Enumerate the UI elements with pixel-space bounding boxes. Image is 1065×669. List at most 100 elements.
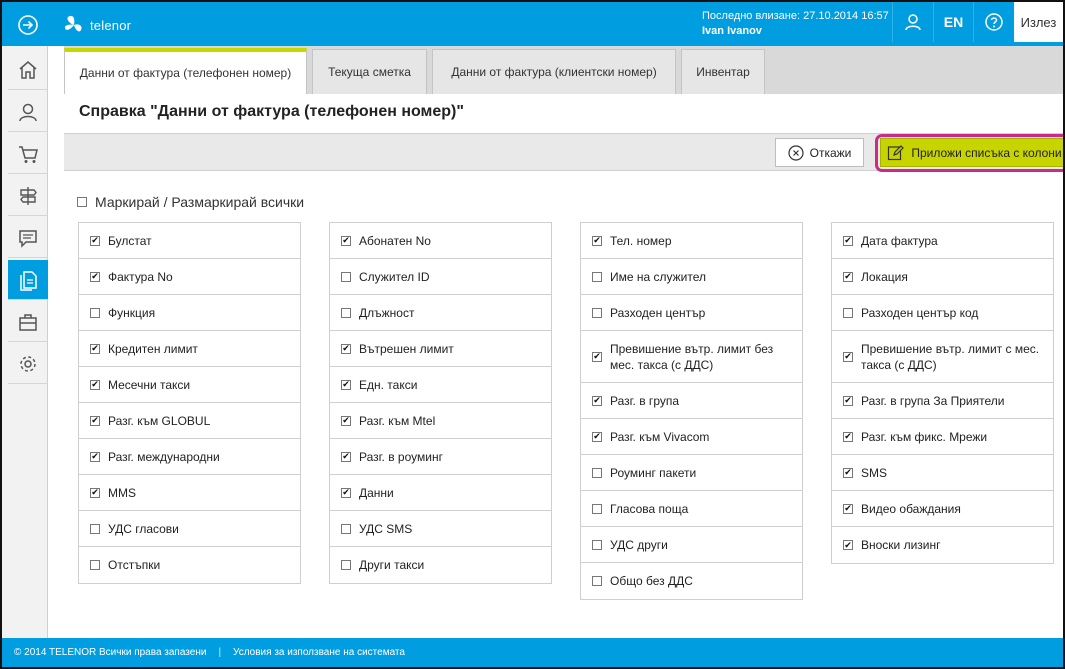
- tab-invoice-client[interactable]: Данни от фактура (клиентски номер): [432, 49, 676, 94]
- column-option[interactable]: УДС гласови: [79, 511, 300, 547]
- language-button[interactable]: EN: [933, 2, 973, 42]
- column-option[interactable]: ✔ Разг. в група За Приятели: [832, 383, 1053, 419]
- checkbox-unchecked[interactable]: [341, 307, 351, 318]
- column-option[interactable]: ✔ Разг. към Vivacom: [581, 419, 802, 455]
- checkbox-checked[interactable]: ✔: [90, 271, 100, 282]
- column-option[interactable]: ✔ Превишение вътр. лимит с мес. такса (с …: [832, 331, 1053, 383]
- checkbox-checked[interactable]: ✔: [843, 431, 853, 442]
- checkbox-unchecked[interactable]: [592, 307, 602, 318]
- column-option[interactable]: УДС други: [581, 527, 802, 563]
- checkbox-checked[interactable]: ✔: [341, 487, 351, 498]
- checkbox-unchecked[interactable]: [843, 307, 853, 318]
- checkbox-checked[interactable]: ✔: [341, 235, 351, 246]
- checkbox-checked[interactable]: ✔: [90, 379, 100, 390]
- checkbox-checked[interactable]: ✔: [341, 415, 351, 426]
- telenor-logo[interactable]: telenor: [62, 12, 131, 38]
- checkbox-checked[interactable]: ✔: [341, 379, 351, 390]
- checkbox-checked[interactable]: ✔: [843, 540, 853, 550]
- column-option[interactable]: Общо без ДДС: [581, 563, 802, 599]
- checkbox-checked[interactable]: ✔: [592, 431, 602, 442]
- checkbox-unchecked[interactable]: [90, 560, 100, 570]
- checkbox-unchecked[interactable]: [592, 576, 602, 586]
- checkbox-unchecked[interactable]: [90, 307, 100, 318]
- checkbox-checked[interactable]: ✔: [341, 451, 351, 462]
- column-option[interactable]: ✔ Фактура No: [79, 259, 300, 295]
- checkbox-unchecked[interactable]: [341, 271, 351, 282]
- column-option[interactable]: ✔ Данни: [330, 475, 551, 511]
- checkbox-unchecked[interactable]: [341, 560, 351, 570]
- sidebar-item-briefcase[interactable]: [8, 302, 48, 342]
- column-option[interactable]: ✔ Дата фактура: [832, 223, 1053, 259]
- sidebar-item-reports[interactable]: [8, 260, 48, 300]
- column-option[interactable]: ✔ Разг. в група: [581, 383, 802, 419]
- column-option[interactable]: ✔ Локация: [832, 259, 1053, 295]
- select-all-toggle[interactable]: Маркирай / Размаркирай всички: [77, 194, 304, 210]
- column-option[interactable]: Име на служител: [581, 259, 802, 295]
- column-option[interactable]: ✔ Разг. към фикс. Мрежи: [832, 419, 1053, 455]
- checkbox-checked[interactable]: ✔: [843, 235, 853, 246]
- checkbox-checked[interactable]: ✔: [90, 487, 100, 498]
- column-option[interactable]: Разходен център: [581, 295, 802, 331]
- checkbox-checked[interactable]: ✔: [592, 235, 602, 246]
- terms-link[interactable]: Условия за използване на системата: [233, 647, 405, 658]
- column-option[interactable]: ✔ Разг. в роуминг: [330, 439, 551, 475]
- checkbox-checked[interactable]: ✔: [843, 467, 853, 478]
- logout-button[interactable]: Излез: [1014, 2, 1063, 42]
- tab-inventory[interactable]: Инвентар: [681, 49, 765, 94]
- column-option[interactable]: Функция: [79, 295, 300, 331]
- checkbox-checked[interactable]: ✔: [90, 451, 100, 462]
- column-option[interactable]: ✔ Едн. такси: [330, 367, 551, 403]
- tab-current-account[interactable]: Текуща сметка: [312, 49, 427, 94]
- column-option[interactable]: Служител ID: [330, 259, 551, 295]
- sidebar-item-messages[interactable]: [8, 218, 48, 258]
- checkbox-unchecked[interactable]: [592, 539, 602, 550]
- sidebar-item-signpost[interactable]: [8, 176, 48, 216]
- column-option[interactable]: Гласова поща: [581, 491, 802, 527]
- column-option[interactable]: ✔ MMS: [79, 475, 300, 511]
- column-option[interactable]: Разходен център код: [832, 295, 1053, 331]
- column-option[interactable]: Длъжност: [330, 295, 551, 331]
- cancel-button[interactable]: Откажи: [775, 138, 864, 167]
- select-all-checkbox[interactable]: [77, 197, 87, 207]
- checkbox-unchecked[interactable]: [592, 503, 602, 514]
- checkbox-checked[interactable]: ✔: [341, 343, 351, 354]
- checkbox-unchecked[interactable]: [592, 271, 602, 282]
- column-option[interactable]: ✔ Видео обаждания: [832, 491, 1053, 527]
- menu-toggle-button[interactable]: [8, 6, 48, 44]
- column-option[interactable]: ✔ Булстат: [79, 223, 300, 259]
- sidebar-item-settings[interactable]: [8, 344, 48, 384]
- checkbox-checked[interactable]: ✔: [90, 235, 100, 246]
- checkbox-checked[interactable]: ✔: [90, 415, 100, 426]
- column-option[interactable]: ✔ Кредитен лимит: [79, 331, 300, 367]
- column-option[interactable]: ✔ Разг. международни: [79, 439, 300, 475]
- sidebar-item-cart[interactable]: [8, 134, 48, 174]
- column-option[interactable]: УДС SMS: [330, 511, 551, 547]
- checkbox-checked[interactable]: ✔: [90, 343, 100, 354]
- column-option[interactable]: ✔ Тел. номер: [581, 223, 802, 259]
- column-option[interactable]: Роуминг пакети: [581, 455, 802, 491]
- checkbox-unchecked[interactable]: [592, 467, 602, 478]
- column-option[interactable]: ✔ Вътрешен лимит: [330, 331, 551, 367]
- sidebar-item-home[interactable]: [8, 50, 48, 90]
- column-option[interactable]: Отстъпки: [79, 547, 300, 583]
- apply-columns-button[interactable]: Приложи списъка с колони: [880, 138, 1063, 167]
- sidebar-item-user[interactable]: [8, 92, 48, 132]
- checkbox-checked[interactable]: ✔: [843, 395, 853, 406]
- checkbox-checked[interactable]: ✔: [592, 395, 602, 406]
- profile-button[interactable]: [892, 2, 932, 42]
- tab-invoice-phone[interactable]: Данни от фактура (телефонен номер): [64, 48, 307, 94]
- column-option[interactable]: ✔ Превишение вътр. лимит без мес. такса (…: [581, 331, 802, 383]
- checkbox-unchecked[interactable]: [341, 523, 351, 534]
- column-option[interactable]: ✔ Разг. към Mtel: [330, 403, 551, 439]
- checkbox-checked[interactable]: ✔: [843, 351, 853, 362]
- help-button[interactable]: [973, 2, 1013, 42]
- column-option[interactable]: ✔ Абонатен No: [330, 223, 551, 259]
- column-option[interactable]: Други такси: [330, 547, 551, 583]
- checkbox-unchecked[interactable]: [90, 523, 100, 534]
- column-option[interactable]: ✔ Месечни такси: [79, 367, 300, 403]
- checkbox-checked[interactable]: ✔: [843, 271, 853, 282]
- column-option[interactable]: ✔ SMS: [832, 455, 1053, 491]
- column-option[interactable]: ✔ Разг. към GLOBUL: [79, 403, 300, 439]
- column-option[interactable]: ✔ Вноски лизинг: [832, 527, 1053, 563]
- checkbox-checked[interactable]: ✔: [592, 351, 602, 362]
